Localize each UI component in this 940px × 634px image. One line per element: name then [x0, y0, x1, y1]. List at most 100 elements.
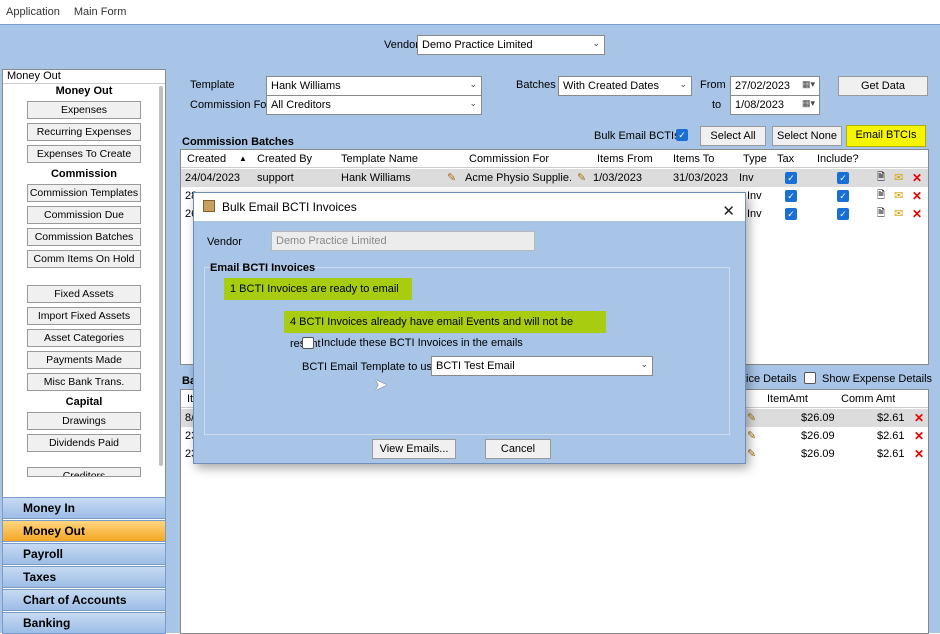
col-template-name[interactable]: Template Name	[341, 150, 418, 168]
ready-message: 1 BCTI Invoices are ready to email	[224, 278, 412, 300]
nav-payroll[interactable]: Payroll	[2, 543, 166, 565]
email-template-label: BCTI Email Template to use	[302, 361, 439, 373]
envelope-icon[interactable]: ✉	[894, 187, 903, 205]
bulk-email-checkbox[interactable]: ✓	[676, 129, 688, 141]
cancel-button[interactable]: Cancel	[485, 439, 551, 459]
mouse-cursor-icon: ➤	[374, 377, 388, 394]
to-date-picker[interactable]: 1/08/2023 ▦▾	[730, 95, 820, 115]
col-include[interactable]: Include?	[817, 150, 859, 168]
dialog-vendor-label: Vendor	[207, 236, 242, 248]
sidebar-item-recurring-expenses[interactable]: Recurring Expenses	[27, 123, 141, 141]
cell-commission-for: Acme Physio Supplie...	[465, 172, 573, 184]
col-items-from[interactable]: Items From	[597, 150, 653, 168]
col-items-to[interactable]: Items To	[673, 150, 714, 168]
document-icon[interactable]: 🗎	[877, 187, 885, 205]
menu-main-form[interactable]: Main Form	[74, 6, 127, 18]
sidebar-item-fixed-assets[interactable]: Fixed Assets	[27, 285, 141, 303]
delete-icon[interactable]: ✕	[912, 207, 922, 221]
delete-icon[interactable]: ✕	[912, 189, 922, 203]
cell-template-name: Hank Williams	[341, 172, 411, 184]
sidebar-item-expenses-to-create[interactable]: Expenses To Create	[27, 145, 141, 163]
document-icon[interactable]: 🗎	[877, 169, 885, 187]
include-checkbox[interactable]: ✓	[837, 172, 849, 184]
email-template-select[interactable]: BCTI Test Email ⌄	[431, 356, 653, 376]
from-date-picker[interactable]: 27/02/2023 ▦▾	[730, 76, 820, 96]
delete-icon[interactable]: ✕	[914, 429, 924, 443]
batches-value: With Created Dates	[563, 80, 659, 92]
edit-pencil-icon[interactable]: ✎	[747, 445, 756, 463]
sidebar-item-asset-categories[interactable]: Asset Categories	[27, 329, 141, 347]
sidebar-item-commission-due[interactable]: Commission Due	[27, 206, 141, 224]
col-comm-amt[interactable]: Comm Amt	[841, 390, 895, 408]
col-created[interactable]: Created	[187, 150, 226, 168]
already-sent-message: 4 BCTI Invoices already have email Event…	[284, 311, 606, 350]
select-all-button[interactable]: Select All	[700, 126, 766, 146]
delete-icon[interactable]: ✕	[912, 171, 922, 185]
sidebar-item-commission-templates[interactable]: Commission Templates	[27, 184, 141, 202]
view-emails-button[interactable]: View Emails...	[372, 439, 456, 459]
col-tax[interactable]: Tax	[777, 150, 794, 168]
tax-checkbox[interactable]: ✓	[785, 172, 797, 184]
include-invoices-label: Include these BCTI Invoices in the email…	[321, 337, 523, 349]
sidebar-item-creditors[interactable]: Creditors	[27, 467, 141, 477]
commission-for-value: All Creditors	[271, 99, 331, 111]
table-row[interactable]: 24/04/2023 support Hank Williams ✎ Acme …	[181, 169, 928, 187]
nav-money-in[interactable]: Money In	[2, 497, 166, 519]
sidebar-scrollbar[interactable]	[159, 86, 163, 466]
col-commission-for[interactable]: Commission For	[469, 150, 549, 168]
include-checkbox[interactable]: ✓	[837, 190, 849, 202]
get-data-button[interactable]: Get Data	[838, 76, 928, 96]
sidebar-item-import-fixed-assets[interactable]: Import Fixed Assets	[27, 307, 141, 325]
dialog-vendor-field: Demo Practice Limited	[271, 231, 535, 251]
sidebar-item-comm-items-on-hold[interactable]: Comm Items On Hold	[27, 250, 141, 268]
vendor-select[interactable]: Demo Practice Limited ⌄	[417, 35, 605, 55]
invoice-details-label: ice Details	[746, 373, 797, 385]
edit-pencil-icon[interactable]: ✎	[747, 409, 756, 427]
template-select[interactable]: Hank Williams ⌄	[266, 76, 482, 96]
chevron-down-icon: ⌄	[469, 79, 477, 89]
envelope-icon[interactable]: ✉	[894, 169, 903, 187]
dialog-title: Bulk Email BCTI Invoices	[222, 200, 357, 214]
col-created-by[interactable]: Created By	[257, 150, 312, 168]
include-invoices-checkbox[interactable]	[302, 337, 314, 349]
edit-pencil-icon[interactable]: ✎	[747, 427, 756, 445]
nav-banking[interactable]: Banking	[2, 612, 166, 634]
commission-for-select[interactable]: All Creditors ⌄	[266, 95, 482, 115]
show-expense-checkbox[interactable]	[804, 372, 816, 384]
delete-icon[interactable]: ✕	[914, 447, 924, 461]
chevron-down-icon: ⌄	[640, 359, 648, 369]
envelope-icon[interactable]: ✉	[894, 205, 903, 223]
menu-application[interactable]: Application	[6, 6, 60, 18]
edit-pencil-icon[interactable]: ✎	[447, 169, 456, 187]
edit-pencil-icon[interactable]: ✎	[577, 169, 586, 187]
tax-checkbox[interactable]: ✓	[785, 208, 797, 220]
nav-money-out[interactable]: Money Out	[2, 520, 166, 542]
batches-label: Batches	[516, 79, 556, 91]
bulk-email-dialog: Bulk Email BCTI Invoices ✕ Vendor Demo P…	[193, 192, 746, 464]
batches-select[interactable]: With Created Dates ⌄	[558, 76, 692, 96]
tax-checkbox[interactable]: ✓	[785, 190, 797, 202]
commission-for-label: Commission For	[190, 99, 271, 111]
close-icon[interactable]: ✕	[722, 198, 735, 226]
sidebar-item-payments-made[interactable]: Payments Made	[27, 351, 141, 369]
document-icon[interactable]: 🗎	[877, 205, 885, 223]
chevron-down-icon: ⌄	[592, 38, 600, 48]
sidebar-item-misc-bank-trans[interactable]: Misc Bank Trans.	[27, 373, 141, 391]
col-item-amt[interactable]: ItemAmt	[767, 390, 808, 408]
col-type[interactable]: Type	[743, 150, 767, 168]
email-btcis-button[interactable]: Email BTCIs	[846, 125, 926, 147]
sidebar-item-commission-batches[interactable]: Commission Batches	[27, 228, 141, 246]
calendar-icon[interactable]: ▦▾	[802, 98, 815, 109]
nav-chart-of-accounts[interactable]: Chart of Accounts	[2, 589, 166, 611]
email-template-value: BCTI Test Email	[436, 360, 515, 372]
calendar-icon[interactable]: ▦▾	[802, 79, 815, 90]
cell-items-to: 31/03/2023	[673, 172, 729, 184]
sidebar-item-expenses[interactable]: Expenses	[27, 101, 141, 119]
select-none-button[interactable]: Select None	[772, 126, 842, 146]
menu-bar: Application Main Form	[0, 0, 940, 24]
nav-taxes[interactable]: Taxes	[2, 566, 166, 588]
include-checkbox[interactable]: ✓	[837, 208, 849, 220]
sidebar-item-drawings[interactable]: Drawings	[27, 412, 141, 430]
delete-icon[interactable]: ✕	[914, 411, 924, 425]
sidebar-item-dividends-paid[interactable]: Dividends Paid	[27, 434, 141, 452]
